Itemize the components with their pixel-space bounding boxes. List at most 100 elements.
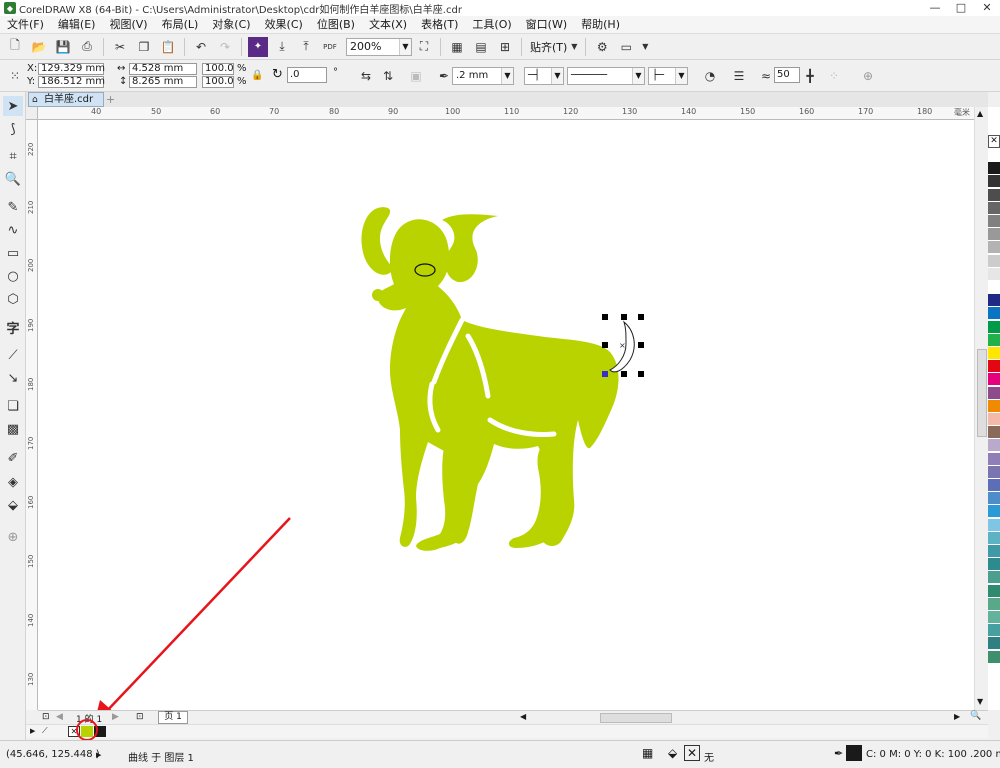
width-field[interactable]: 4.528 mm (129, 63, 197, 75)
import-icon[interactable]: ⤓ (272, 37, 292, 57)
rectangle-tool-icon[interactable]: ▭ (3, 243, 23, 263)
connector-tool-icon[interactable]: ↘ (3, 368, 23, 388)
parallel-dimension-icon[interactable]: ⟋ (3, 345, 23, 365)
menu-bitmaps[interactable]: 位图(B) (310, 16, 362, 34)
scroll-left-icon[interactable]: ◀ (520, 712, 526, 721)
minimize-button[interactable]: — (922, 0, 948, 16)
menu-layout[interactable]: 布局(L) (155, 16, 206, 34)
smart-fill-icon[interactable]: ⬙ (3, 495, 23, 515)
home-icon[interactable]: ⌂ (32, 94, 38, 107)
palette-swatch[interactable] (988, 347, 1000, 360)
selection-handle[interactable] (621, 314, 627, 320)
close-curve-icon[interactable]: ◔ (700, 66, 720, 86)
menu-edit[interactable]: 编辑(E) (51, 16, 103, 34)
menu-effects[interactable]: 效果(C) (258, 16, 310, 34)
palette-swatch[interactable] (988, 518, 1000, 532)
scroll-right-icon[interactable]: ▶ (954, 712, 960, 721)
palette-swatch[interactable] (988, 413, 1000, 426)
first-page-icon[interactable]: ⊡ (42, 712, 50, 722)
page-tab[interactable]: 页 1 (158, 711, 188, 724)
shape-tool-icon[interactable]: ⟆ (3, 119, 23, 139)
palette-swatch[interactable] (988, 373, 1000, 387)
menu-window[interactable]: 窗口(W) (519, 16, 574, 34)
full-screen-icon[interactable]: ⛶ (414, 37, 434, 57)
snap-to-dropdown[interactable]: 贴齐(T) (530, 39, 567, 55)
palette-swatch[interactable] (988, 320, 1000, 334)
smoothing-slider-icon[interactable]: ╋ (800, 66, 820, 86)
zoom-level-select[interactable]: 200% ▼ (346, 37, 412, 56)
palette-swatch[interactable] (988, 584, 1000, 598)
palette-swatch[interactable] (988, 241, 1000, 255)
smooth-icon[interactable]: ≈ (756, 66, 776, 86)
selection-handle[interactable] (621, 371, 627, 377)
add-property-icon[interactable]: ⊕ (858, 66, 878, 86)
show-grid-icon[interactable]: ▤ (471, 37, 491, 57)
redo-icon[interactable]: ↷ (215, 37, 235, 57)
print-icon[interactable]: ⎙ (77, 37, 97, 57)
publish-pdf-icon[interactable]: PDF (320, 37, 340, 57)
palette-swatch[interactable] (988, 254, 1000, 268)
smoothing-field[interactable]: 50 (774, 67, 800, 83)
chevron-down-icon[interactable]: ▼ (640, 37, 650, 57)
palette-swatch[interactable] (988, 399, 1000, 413)
options-gear-icon[interactable]: ⚙ (592, 37, 612, 57)
eyedropper-tool-icon[interactable]: ✐ (3, 448, 23, 468)
palette-swatch[interactable] (988, 426, 1000, 440)
rotation-field[interactable]: .0 (287, 67, 327, 83)
new-document-icon[interactable]: 🗋 (5, 37, 25, 57)
palette-swatch[interactable] (988, 571, 1000, 585)
polygon-tool-icon[interactable]: ⬡ (3, 289, 23, 309)
outline-pen-status-icon[interactable]: ✒ (834, 747, 843, 760)
palette-swatch[interactable] (988, 558, 1000, 572)
zoom-navigator-icon[interactable]: 🔍 (970, 711, 981, 721)
drop-shadow-icon[interactable]: ❏ (3, 396, 23, 416)
palette-swatch[interactable] (988, 611, 1000, 624)
palette-swatch[interactable] (988, 505, 1000, 519)
show-rulers-icon[interactable]: ▦ (447, 37, 467, 57)
palette-swatch[interactable] (988, 281, 1000, 294)
menu-text[interactable]: 文本(X) (362, 16, 414, 34)
add-tab-icon[interactable]: + (106, 93, 115, 106)
copy-icon[interactable]: ❐ (134, 37, 154, 57)
show-guidelines-icon[interactable]: ⊞ (495, 37, 515, 57)
palette-no-color-swatch[interactable]: ✕ (988, 135, 1000, 148)
aries-ram-illustration[interactable] (361, 207, 619, 551)
scale-width-field[interactable]: 100.0 (202, 63, 234, 75)
vertical-scrollbar[interactable]: ▲ ▼ (974, 107, 988, 710)
palette-swatch[interactable] (988, 465, 1000, 479)
add-tool-icon[interactable]: ⊕ (3, 527, 23, 547)
menu-view[interactable]: 视图(V) (102, 16, 154, 34)
outline-width-select[interactable]: .2 mm ▼ (452, 67, 514, 85)
application-launcher-icon[interactable]: ▭ (616, 37, 636, 57)
drawing-canvas[interactable]: × (38, 120, 974, 710)
document-palette-arrow-icon[interactable]: ▶ (30, 727, 35, 735)
scale-height-field[interactable]: 100.0 (202, 76, 234, 88)
palette-swatch[interactable] (988, 228, 1000, 242)
y-position-field[interactable]: 186.512 mm (38, 76, 105, 88)
menu-table[interactable]: 表格(T) (414, 16, 465, 34)
palette-swatch[interactable] (988, 162, 1000, 176)
palette-swatch[interactable] (988, 201, 1000, 215)
lock-ratio-icon[interactable]: 🔒 (251, 70, 263, 82)
undo-icon[interactable]: ↶ (191, 37, 211, 57)
menu-tools[interactable]: 工具(O) (465, 16, 518, 34)
menu-file[interactable]: 文件(F) (0, 16, 51, 34)
palette-swatch[interactable] (988, 597, 1000, 611)
text-tool-icon[interactable]: 字 (3, 317, 23, 337)
palette-swatch[interactable] (988, 267, 1000, 281)
palette-swatch[interactable] (988, 545, 1000, 558)
artistic-media-icon[interactable]: ∿ (3, 220, 23, 240)
cut-icon[interactable]: ✂ (110, 37, 130, 57)
status-arrow-icon[interactable]: ▶ (96, 751, 101, 759)
selection-handle[interactable] (638, 314, 644, 320)
palette-swatch[interactable] (988, 215, 1000, 228)
document-tab[interactable]: ⌂ 白羊座.cdr (28, 92, 104, 107)
palette-swatch[interactable] (988, 333, 1000, 347)
chevron-down-icon[interactable]: ▼ (569, 37, 579, 57)
vertical-ruler[interactable]: 220 210 200 190 180 170 160 150 140 130 (26, 120, 38, 710)
selection-handle[interactable] (602, 371, 608, 377)
palette-swatch[interactable] (988, 650, 1000, 664)
color-proof-icon[interactable]: ▦ (642, 746, 653, 760)
pick-tool-icon[interactable]: ➤ (3, 96, 23, 116)
palette-swatch[interactable] (988, 637, 1000, 651)
